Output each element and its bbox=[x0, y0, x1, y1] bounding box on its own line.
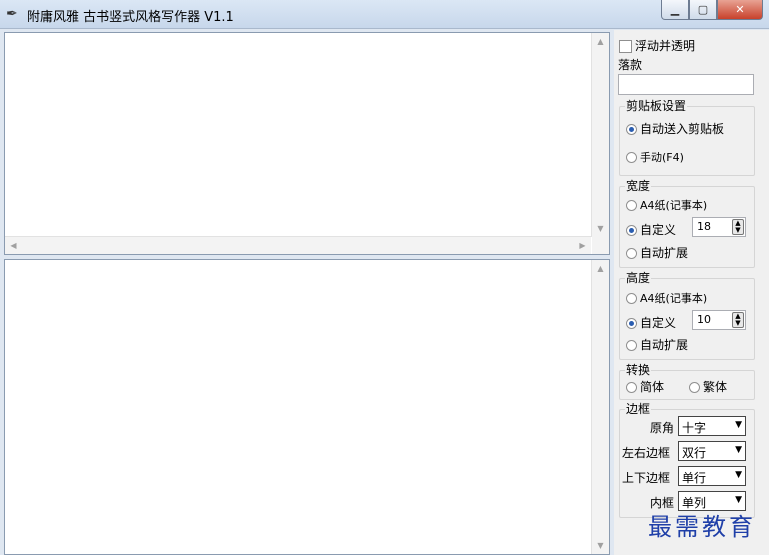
source-horizontal-scrollbar[interactable]: ◀ ▶ bbox=[5, 236, 591, 254]
float-transparent-checkbox[interactable]: 浮动并透明 bbox=[619, 37, 695, 54]
clipboard-manual-label: 手动(F4) bbox=[640, 151, 684, 164]
float-transparent-label: 浮动并透明 bbox=[635, 39, 696, 53]
convert-simplified-radio[interactable]: 简体 bbox=[626, 378, 664, 395]
height-value: 10 bbox=[697, 313, 711, 326]
radio-unselected-icon[interactable] bbox=[689, 382, 700, 393]
radio-unselected-icon[interactable] bbox=[626, 200, 637, 211]
caption-buttons: ▁ ▢ ✕ bbox=[661, 0, 763, 20]
height-auto-expand-label: 自动扩展 bbox=[640, 338, 689, 352]
height-group-title: 高度 bbox=[625, 269, 652, 286]
chevron-down-icon: ▼ bbox=[735, 420, 742, 430]
clipboard-group-title: 剪贴板设置 bbox=[625, 97, 688, 114]
height-a4-label: A4纸(记事本) bbox=[640, 292, 708, 305]
close-icon: ✕ bbox=[735, 3, 745, 16]
pen-nib-icon: ✒ bbox=[6, 6, 18, 22]
output-text-area[interactable] bbox=[5, 260, 591, 552]
source-text-area[interactable] bbox=[5, 33, 591, 237]
convert-traditional-radio[interactable]: 繁体 bbox=[689, 378, 727, 395]
app-window: ✒ 附庸风雅 古书竖式风格写作器 V1.1 ▁ ▢ ✕ ▲ ▼ ◀ ▶ ▲ ▼ … bbox=[0, 0, 769, 555]
width-a4-radio[interactable]: A4纸(记事本) bbox=[626, 197, 707, 213]
width-custom-label: 自定义 bbox=[640, 223, 677, 237]
corner-select[interactable]: 十字 ▼ bbox=[678, 416, 746, 436]
scroll-down-arrow-icon[interactable]: ▼ bbox=[592, 220, 609, 237]
width-auto-expand-label: 自动扩展 bbox=[640, 246, 689, 260]
output-vertical-scrollbar[interactable]: ▲ ▼ bbox=[591, 260, 609, 554]
scroll-right-arrow-icon[interactable]: ▶ bbox=[574, 237, 591, 254]
border-group-title: 边框 bbox=[625, 400, 652, 417]
corner-value: 十字 bbox=[682, 421, 707, 435]
tb-border-value: 单行 bbox=[682, 471, 707, 485]
title-bar: ✒ 附庸风雅 古书竖式风格写作器 V1.1 ▁ ▢ ✕ bbox=[0, 0, 769, 29]
width-auto-expand-radio[interactable]: 自动扩展 bbox=[626, 244, 688, 261]
radio-unselected-icon[interactable] bbox=[626, 293, 637, 304]
chevron-down-icon: ▼ bbox=[735, 445, 742, 455]
width-value: 18 bbox=[697, 220, 711, 233]
width-group-title: 宽度 bbox=[625, 177, 652, 194]
width-spinner[interactable]: 18 ▲ ▼ bbox=[692, 217, 746, 237]
output-text-pane: ▲ ▼ bbox=[4, 259, 610, 555]
radio-unselected-icon[interactable] bbox=[626, 152, 637, 163]
maximize-button[interactable]: ▢ bbox=[689, 0, 717, 20]
chevron-down-icon: ▼ bbox=[735, 495, 742, 505]
options-panel: 浮动并透明 落款 剪贴板设置 自动送入剪贴板 手动(F4) 宽度 A4纸(记事本… bbox=[614, 30, 769, 555]
convert-group-title: 转换 bbox=[625, 361, 652, 378]
height-custom-label: 自定义 bbox=[640, 316, 677, 330]
radio-unselected-icon[interactable] bbox=[626, 248, 637, 259]
signature-label: 落款 bbox=[618, 58, 643, 72]
watermark-logo: 最需教育 bbox=[648, 513, 756, 541]
source-vertical-scrollbar[interactable]: ▲ ▼ bbox=[591, 33, 609, 237]
minimize-icon: ▁ bbox=[670, 3, 680, 16]
convert-traditional-label: 繁体 bbox=[703, 380, 728, 394]
scrollbar-corner bbox=[592, 237, 609, 254]
close-button[interactable]: ✕ bbox=[717, 0, 763, 20]
tb-border-select[interactable]: 单行 ▼ bbox=[678, 466, 746, 486]
radio-selected-icon[interactable] bbox=[626, 318, 637, 329]
lr-border-value: 双行 bbox=[682, 446, 707, 460]
signature-input[interactable] bbox=[618, 74, 754, 95]
lr-border-select[interactable]: 双行 ▼ bbox=[678, 441, 746, 461]
height-custom-radio[interactable]: 自定义 bbox=[626, 314, 676, 331]
height-spinner[interactable]: 10 ▲ ▼ bbox=[692, 310, 746, 330]
scroll-down-arrow-icon[interactable]: ▼ bbox=[592, 537, 609, 554]
height-auto-expand-radio[interactable]: 自动扩展 bbox=[626, 336, 688, 353]
width-custom-radio[interactable]: 自定义 bbox=[626, 221, 676, 238]
scroll-left-arrow-icon[interactable]: ◀ bbox=[5, 237, 22, 254]
spinner-updown-icon[interactable]: ▲ ▼ bbox=[732, 312, 744, 328]
width-a4-label: A4纸(记事本) bbox=[640, 199, 708, 212]
spinner-updown-icon[interactable]: ▲ ▼ bbox=[732, 219, 744, 235]
lr-border-label: 左右边框 bbox=[622, 446, 671, 460]
clipboard-manual-radio[interactable]: 手动(F4) bbox=[626, 149, 684, 165]
radio-unselected-icon[interactable] bbox=[626, 382, 637, 393]
minimize-button[interactable]: ▁ bbox=[661, 0, 689, 20]
source-text-pane: ▲ ▼ ◀ ▶ bbox=[4, 32, 610, 255]
clipboard-auto-radio[interactable]: 自动送入剪贴板 bbox=[626, 120, 724, 137]
scroll-up-arrow-icon[interactable]: ▲ bbox=[592, 260, 609, 277]
window-title: 附庸风雅 古书竖式风格写作器 V1.1 bbox=[27, 10, 234, 25]
clipboard-group bbox=[619, 106, 755, 176]
radio-unselected-icon[interactable] bbox=[626, 340, 637, 351]
chevron-down-icon: ▼ bbox=[735, 470, 742, 480]
clipboard-auto-label: 自动送入剪贴板 bbox=[640, 122, 725, 136]
checkbox-box[interactable] bbox=[619, 40, 632, 53]
convert-simplified-label: 简体 bbox=[640, 380, 665, 394]
radio-selected-icon[interactable] bbox=[626, 225, 637, 236]
maximize-icon: ▢ bbox=[697, 3, 709, 16]
radio-selected-icon[interactable] bbox=[626, 124, 637, 135]
scroll-up-arrow-icon[interactable]: ▲ bbox=[592, 33, 609, 50]
height-a4-radio[interactable]: A4纸(记事本) bbox=[626, 290, 707, 306]
corner-label: 原角 bbox=[650, 421, 675, 435]
tb-border-label: 上下边框 bbox=[622, 471, 671, 485]
